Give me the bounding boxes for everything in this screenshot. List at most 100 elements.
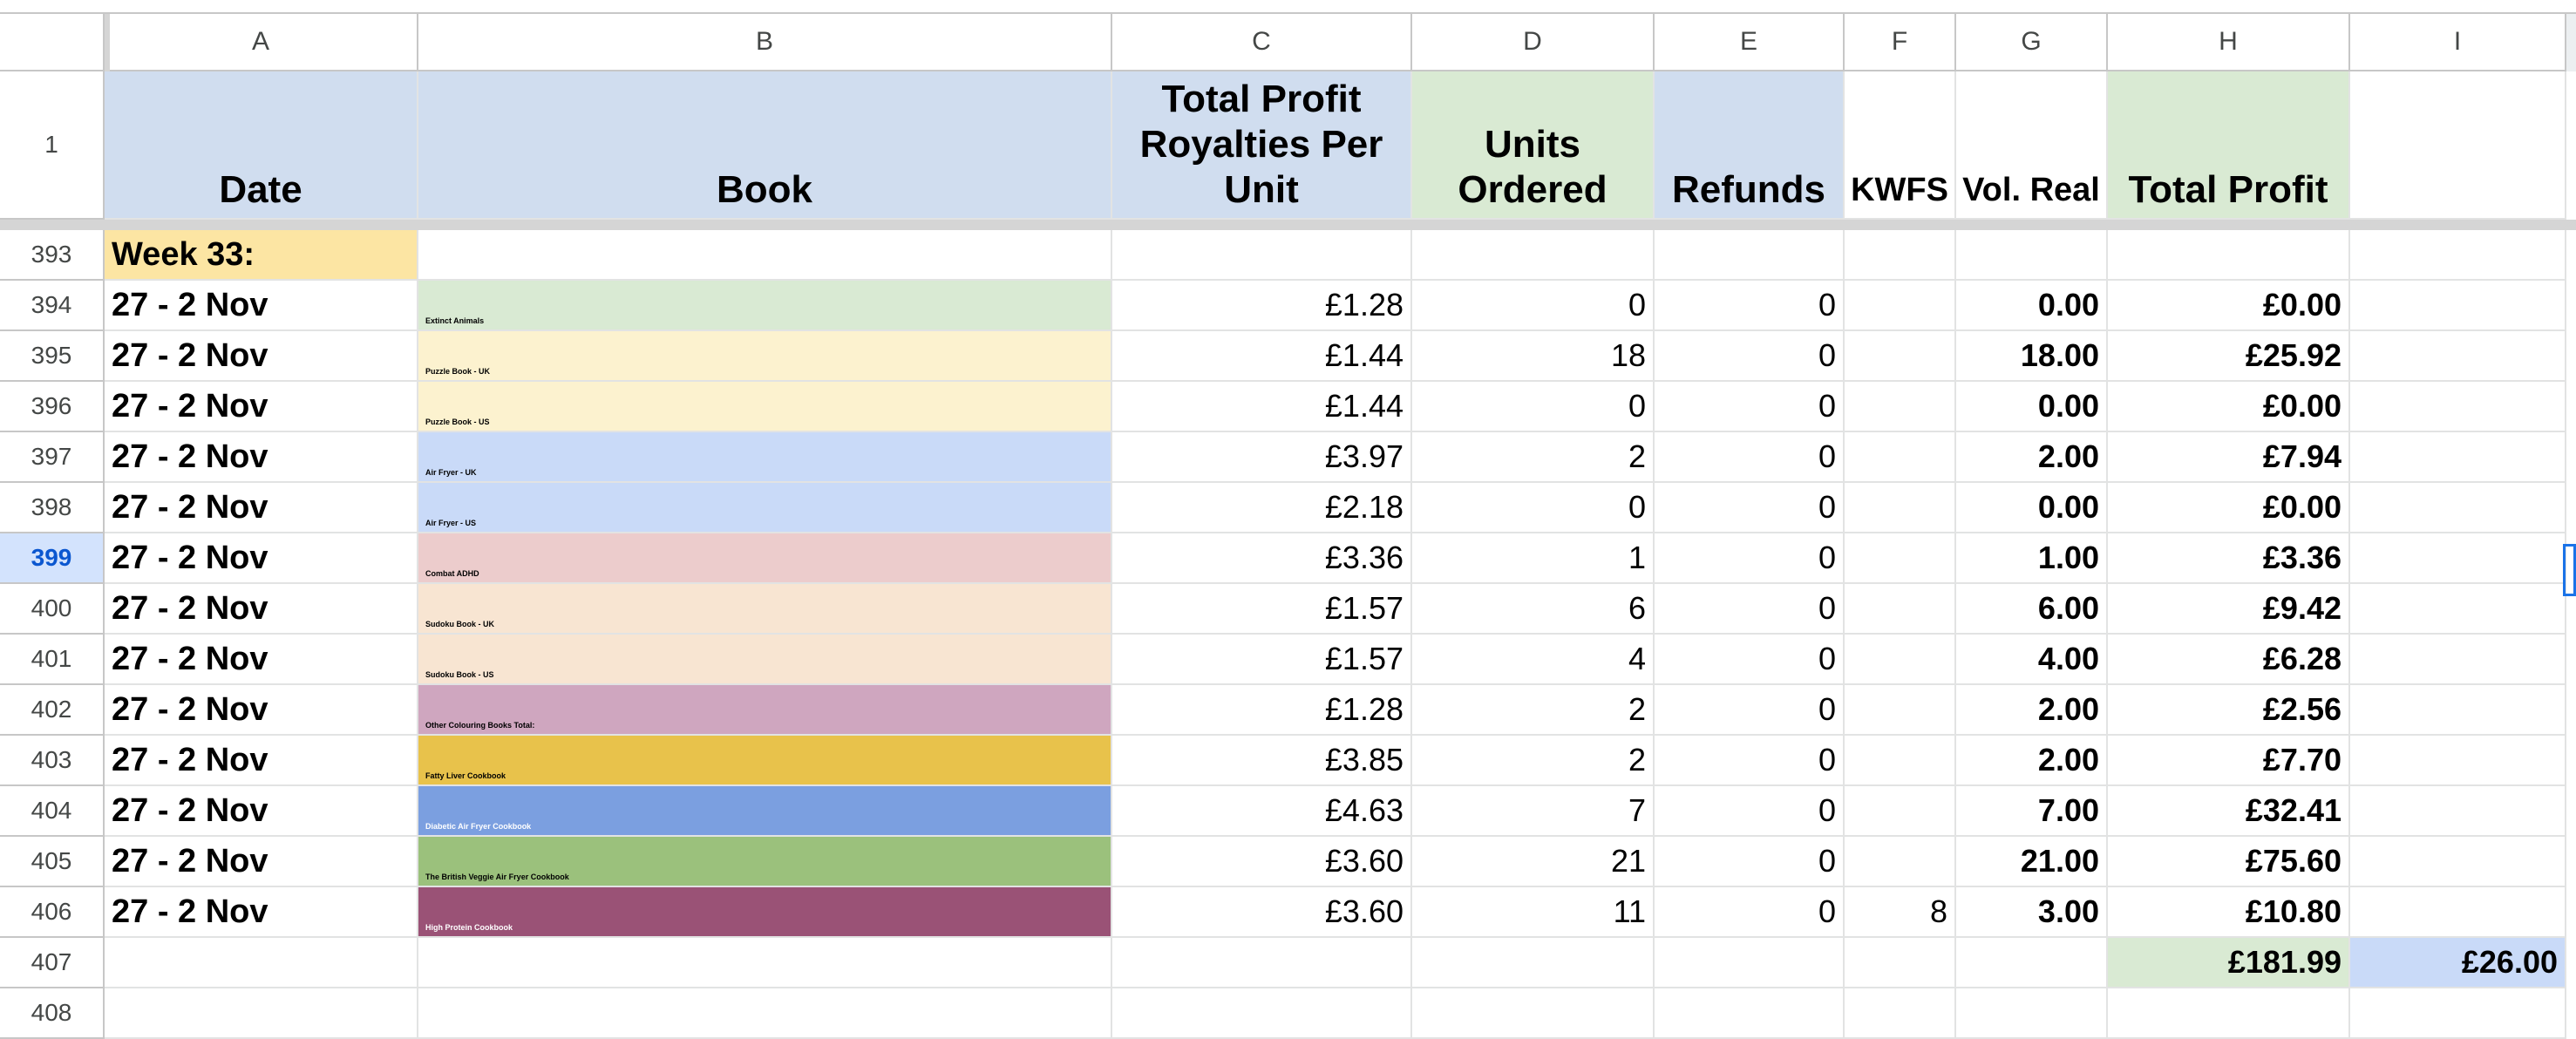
table-cell[interactable] — [2350, 230, 2566, 281]
book-cell[interactable]: Sudoku Book - UK — [418, 584, 1112, 635]
units-cell[interactable]: 21 — [1412, 837, 1655, 887]
kwfs-cell[interactable] — [1845, 635, 1956, 685]
total-profit-cell[interactable]: £10.80 — [2108, 887, 2350, 938]
kwfs-cell[interactable] — [1845, 281, 1956, 331]
kwfs-cell[interactable]: 8 — [1845, 887, 1956, 938]
kwfs-cell[interactable] — [1845, 837, 1956, 887]
total-profit-cell[interactable]: £6.28 — [2108, 635, 2350, 685]
table-cell[interactable] — [2350, 685, 2566, 736]
header-cell-d[interactable]: Units Ordered — [1412, 71, 1655, 220]
table-cell[interactable] — [2350, 331, 2566, 382]
vol-real-cell[interactable]: 0.00 — [1956, 382, 2108, 432]
refunds-cell[interactable]: 0 — [1655, 382, 1845, 432]
table-cell[interactable] — [1412, 230, 1655, 281]
book-cell[interactable]: Fatty Liver Cookbook — [418, 736, 1112, 786]
units-cell[interactable]: 2 — [1412, 432, 1655, 483]
row-header-402[interactable]: 402 — [0, 685, 105, 736]
row-header-394[interactable]: 394 — [0, 281, 105, 331]
table-cell[interactable] — [1845, 988, 1956, 1039]
units-cell[interactable]: 2 — [1412, 685, 1655, 736]
vol-real-cell[interactable]: 21.00 — [1956, 837, 2108, 887]
column-header-b[interactable]: B — [418, 14, 1112, 71]
units-cell[interactable]: 7 — [1412, 786, 1655, 837]
table-cell[interactable] — [105, 938, 418, 988]
date-cell[interactable]: 27 - 2 Nov — [105, 584, 418, 635]
kwfs-cell[interactable] — [1845, 786, 1956, 837]
date-cell[interactable]: 27 - 2 Nov — [105, 533, 418, 584]
table-cell[interactable] — [2350, 584, 2566, 635]
book-cell[interactable]: Air Fryer - UK — [418, 432, 1112, 483]
table-cell[interactable] — [2350, 483, 2566, 533]
units-cell[interactable]: 1 — [1412, 533, 1655, 584]
column-header-i[interactable]: I — [2350, 14, 2566, 71]
date-cell[interactable]: 27 - 2 Nov — [105, 685, 418, 736]
royalty-cell[interactable]: £3.36 — [1112, 533, 1412, 584]
row-header-398[interactable]: 398 — [0, 483, 105, 533]
column-header-c[interactable]: C — [1112, 14, 1412, 71]
vol-real-cell[interactable]: 0.00 — [1956, 483, 2108, 533]
total-profit-cell[interactable]: £75.60 — [2108, 837, 2350, 887]
royalty-cell[interactable]: £1.44 — [1112, 382, 1412, 432]
header-cell-b[interactable]: Book — [418, 71, 1112, 220]
vol-real-cell[interactable]: 18.00 — [1956, 331, 2108, 382]
table-cell[interactable] — [1956, 938, 2108, 988]
table-cell[interactable] — [1412, 988, 1655, 1039]
row-header-401[interactable]: 401 — [0, 635, 105, 685]
frozen-rows-divider[interactable] — [0, 220, 2576, 230]
refunds-cell[interactable]: 0 — [1655, 786, 1845, 837]
book-cell[interactable]: Puzzle Book - US — [418, 382, 1112, 432]
total-profit-cell[interactable]: £2.56 — [2108, 685, 2350, 736]
units-cell[interactable]: 4 — [1412, 635, 1655, 685]
royalty-cell[interactable]: £1.57 — [1112, 584, 1412, 635]
refunds-cell[interactable]: 0 — [1655, 736, 1845, 786]
vol-real-cell[interactable]: 2.00 — [1956, 432, 2108, 483]
table-cell[interactable] — [2350, 432, 2566, 483]
date-cell[interactable]: 27 - 2 Nov — [105, 432, 418, 483]
book-cell[interactable]: Puzzle Book - UK — [418, 331, 1112, 382]
date-cell[interactable]: 27 - 2 Nov — [105, 837, 418, 887]
royalty-cell[interactable]: £3.60 — [1112, 887, 1412, 938]
royalty-cell[interactable]: £2.18 — [1112, 483, 1412, 533]
refunds-cell[interactable]: 0 — [1655, 635, 1845, 685]
table-cell[interactable] — [1655, 938, 1845, 988]
units-cell[interactable]: 0 — [1412, 483, 1655, 533]
total-profit-cell[interactable]: £0.00 — [2108, 483, 2350, 533]
table-cell[interactable] — [1655, 230, 1845, 281]
refunds-cell[interactable]: 0 — [1655, 281, 1845, 331]
row-header-407[interactable]: 407 — [0, 938, 105, 988]
row-header-405[interactable]: 405 — [0, 837, 105, 887]
vol-real-cell[interactable]: 0.00 — [1956, 281, 2108, 331]
table-cell[interactable] — [418, 988, 1112, 1039]
table-cell[interactable] — [418, 938, 1112, 988]
header-cell-h[interactable]: Total Profit — [2108, 71, 2350, 220]
total-profit-cell[interactable]: £0.00 — [2108, 382, 2350, 432]
vol-real-cell[interactable]: 3.00 — [1956, 887, 2108, 938]
table-cell[interactable] — [2350, 736, 2566, 786]
date-cell[interactable]: 27 - 2 Nov — [105, 635, 418, 685]
header-cell-c[interactable]: Total Profit Royalties Per Unit — [1112, 71, 1412, 220]
date-cell[interactable]: 27 - 2 Nov — [105, 331, 418, 382]
vol-real-cell[interactable]: 4.00 — [1956, 635, 2108, 685]
book-cell[interactable]: The British Veggie Air Fryer Cookbook — [418, 837, 1112, 887]
table-cell[interactable] — [1655, 988, 1845, 1039]
column-header-e[interactable]: E — [1655, 14, 1845, 71]
vol-real-cell[interactable]: 2.00 — [1956, 685, 2108, 736]
book-cell[interactable]: Air Fryer - US — [418, 483, 1112, 533]
row-header-393[interactable]: 393 — [0, 230, 105, 281]
total-profit-cell[interactable]: £7.94 — [2108, 432, 2350, 483]
kwfs-cell[interactable] — [1845, 331, 1956, 382]
row-header-408[interactable]: 408 — [0, 988, 105, 1039]
royalty-cell[interactable]: £1.28 — [1112, 281, 1412, 331]
table-cell[interactable] — [105, 988, 418, 1039]
table-cell[interactable] — [2350, 887, 2566, 938]
units-cell[interactable]: 0 — [1412, 281, 1655, 331]
column-header-g[interactable]: G — [1956, 14, 2108, 71]
total-profit-cell[interactable]: £25.92 — [2108, 331, 2350, 382]
extra-total-cell[interactable]: £26.00 — [2350, 938, 2566, 988]
total-profit-cell[interactable]: £9.42 — [2108, 584, 2350, 635]
table-cell[interactable] — [2350, 533, 2566, 584]
week-label-cell[interactable]: Week 33: — [105, 230, 418, 281]
refunds-cell[interactable]: 0 — [1655, 483, 1845, 533]
royalty-cell[interactable]: £4.63 — [1112, 786, 1412, 837]
row-header-400[interactable]: 400 — [0, 584, 105, 635]
